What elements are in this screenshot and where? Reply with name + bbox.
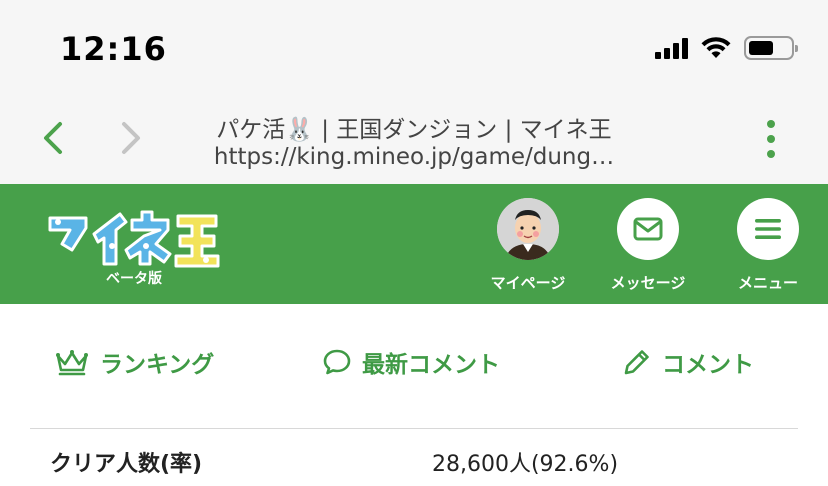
mypage-button[interactable]: マイページ xyxy=(483,198,573,293)
beta-label: ベータ版 xyxy=(106,271,162,287)
message-button[interactable]: メッセージ xyxy=(603,198,693,293)
tab-comment-label: コメント xyxy=(662,352,754,378)
tab-comment[interactable]: コメント xyxy=(622,346,754,378)
menu-label: メニュー xyxy=(737,274,798,292)
user-avatar-icon xyxy=(497,198,559,260)
menu-button[interactable]: メニュー xyxy=(723,198,813,293)
clear-count-label: クリア人数(率) xyxy=(50,452,203,477)
hamburger-menu-icon xyxy=(755,219,781,239)
status-time: 12:16 xyxy=(60,30,167,68)
tab-latest-comments[interactable]: 最新コメント xyxy=(322,346,500,378)
divider xyxy=(30,428,798,429)
message-label: メッセージ xyxy=(610,274,686,292)
battery-icon xyxy=(744,36,798,60)
tab-ranking-label: ランキング xyxy=(100,352,215,378)
avatar xyxy=(497,198,559,260)
more-options-icon[interactable] xyxy=(764,120,778,158)
browser-bar: パケ活🐰 | 王国ダンジョン | マイネ王 https://king.mineo… xyxy=(0,92,828,184)
tab-latest-comments-label: 最新コメント xyxy=(362,352,500,378)
envelope-icon xyxy=(633,217,663,241)
tab-row: ランキング 最新コメント コメント xyxy=(0,304,828,416)
speech-bubble-icon xyxy=(323,349,351,375)
status-bar: 12:16 xyxy=(0,0,828,92)
status-icons xyxy=(655,36,798,60)
page-title: パケ活🐰 | 王国ダンジョン | マイネ王 xyxy=(216,117,612,143)
wifi-icon xyxy=(701,37,731,58)
clear-count-value: 28,600人(92.6%) xyxy=(432,452,619,477)
page-url[interactable]: https://king.mineo.jp/game/dung… xyxy=(0,144,828,170)
pencil-icon xyxy=(624,350,649,375)
crown-icon xyxy=(56,350,88,376)
site-header: ベータ版 マイページ メッセージ メニュー xyxy=(0,184,828,304)
mypage-label: マイページ xyxy=(490,274,566,292)
tab-ranking[interactable]: ランキング xyxy=(54,346,214,378)
cellular-signal-icon xyxy=(655,37,688,59)
